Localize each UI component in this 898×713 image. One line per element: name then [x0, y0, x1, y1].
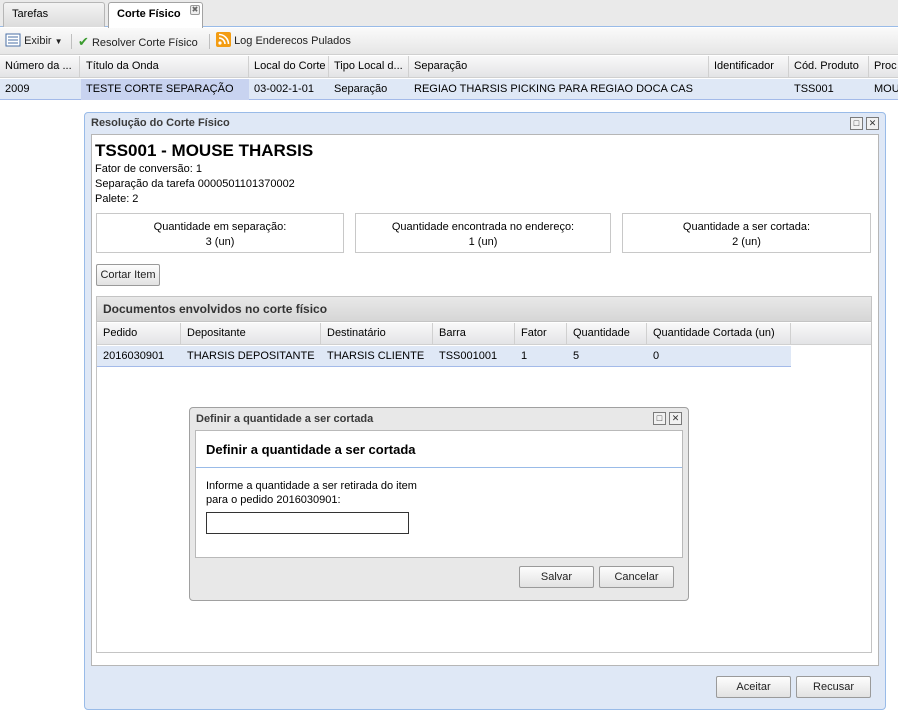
window-title: Resolução do Corte Físico: [91, 117, 230, 129]
column-header[interactable]: Proc: [869, 56, 898, 78]
view-menu-button[interactable]: Exibir ▼: [5, 32, 63, 51]
pallet: Palete: 2: [95, 193, 139, 205]
table-cell[interactable]: THARSIS DEPOSITANTE: [181, 346, 321, 367]
conversion-factor: Fator de conversão: 1: [95, 163, 203, 175]
column-header[interactable]: Cód. Produto: [789, 56, 869, 78]
toolbar-separator: [71, 34, 72, 49]
task-separation: Separação da tarefa 0000501101370002: [95, 178, 295, 190]
close-icon[interactable]: ✕: [866, 117, 879, 130]
column-header[interactable]: Depositante: [181, 323, 321, 345]
table-cell[interactable]: 5: [567, 346, 647, 367]
box-label: Quantidade em separação:: [153, 221, 287, 233]
table-row[interactable]: 2009 TESTE CORTE SEPARAÇÃO 03-002-1-01 S…: [0, 79, 898, 100]
maximize-icon[interactable]: □: [850, 117, 863, 130]
main-grid-header: Número da ... Título da Onda Local do Co…: [0, 56, 898, 78]
column-header[interactable]: Número da ...: [0, 56, 80, 78]
tab-tarefas-principais[interactable]: Tarefas Principais: [3, 2, 105, 43]
table-cell: REGIAO THARSIS PICKING PARA REGIAO DOCA …: [414, 83, 693, 95]
resolve-cut-button[interactable]: ✔ Resolver Corte Físico: [78, 32, 198, 51]
resolve-label: Resolver Corte Físico: [91, 37, 198, 49]
close-icon[interactable]: ✖: [190, 5, 200, 15]
column-header[interactable]: Quantidade: [567, 323, 647, 345]
tab-label: Corte Físico: [117, 8, 181, 20]
qty-separation-box: Quantidade em separação: 3 (un): [96, 213, 344, 253]
column-header[interactable]: Local do Corte: [249, 56, 329, 78]
column-header[interactable]: Destinatário: [321, 323, 433, 345]
product-title: TSS001 - MOUSE THARSIS: [95, 141, 314, 160]
column-header[interactable]: Pedido: [97, 323, 181, 345]
grid-view-icon: [5, 33, 21, 47]
table-cell: [709, 79, 789, 100]
table-cell[interactable]: 2016030901: [97, 346, 181, 367]
qty-found-box: Quantidade encontrada no endereço: 1 (un…: [355, 213, 611, 253]
dialog-title: Definir a quantidade a ser cortada: [196, 413, 374, 425]
table-cell: TSS001: [794, 83, 834, 95]
column-header[interactable]: Título da Onda: [81, 56, 249, 78]
dialog-prompt-line1: Informe a quantidade a ser retirada do i…: [206, 480, 417, 492]
dialog-prompt-line2: para o pedido 2016030901:: [206, 494, 341, 506]
qty-cut-box: Quantidade a ser cortada: 2 (un): [622, 213, 871, 253]
tab-corte-fisico[interactable]: Corte Físico ✖: [108, 2, 203, 28]
accept-button[interactable]: Aceitar: [716, 676, 791, 698]
column-header[interactable]: Quantidade Cortada (un): [647, 323, 791, 345]
dialog-divider: [196, 467, 682, 468]
column-header[interactable]: Separação: [409, 56, 709, 78]
documents-panel-title: Documentos envolvidos no corte físico: [96, 296, 872, 322]
table-cell: Separação: [334, 83, 388, 95]
dialog-header: Definir a quantidade a ser cortada: [206, 442, 416, 457]
view-label: Exibir: [24, 35, 52, 47]
check-icon: ✔: [78, 34, 89, 49]
box-value: 2 (un): [732, 236, 761, 248]
refuse-button[interactable]: Recusar: [796, 676, 871, 698]
cancel-button[interactable]: Cancelar: [599, 566, 674, 588]
table-cell: 2009: [5, 83, 30, 95]
column-header[interactable]: Identificador: [709, 56, 789, 78]
chevron-down-icon: ▼: [54, 37, 63, 46]
toolbar: Exibir ▼ ✔ Resolver Corte Físico Log End…: [0, 28, 898, 55]
box-label: Quantidade a ser cortada:: [682, 221, 811, 233]
table-cell: TESTE CORTE SEPARAÇÃO: [81, 79, 249, 100]
column-header-filler: [791, 323, 871, 345]
table-cell[interactable]: THARSIS CLIENTE: [321, 346, 433, 367]
column-header[interactable]: Fator: [515, 323, 567, 345]
log-button[interactable]: Log Enderecos Pulados: [216, 32, 351, 51]
close-icon[interactable]: ✕: [669, 412, 682, 425]
table-cell: MOU: [874, 83, 898, 95]
table-cell: 03-002-1-01: [254, 83, 314, 95]
box-value: 1 (un): [468, 236, 498, 248]
maximize-icon[interactable]: □: [653, 412, 666, 425]
column-header[interactable]: Barra: [433, 323, 515, 345]
log-label: Log Enderecos Pulados: [234, 35, 351, 47]
box-value: 3 (un): [205, 236, 235, 248]
table-cell[interactable]: 1: [515, 346, 567, 367]
toolbar-separator: [209, 34, 210, 49]
rss-icon: [216, 32, 231, 47]
box-label: Quantidade encontrada no endereço:: [391, 221, 575, 233]
table-cell[interactable]: TSS001001: [433, 346, 515, 367]
cut-item-button[interactable]: Cortar Item: [96, 264, 160, 286]
tab-bar: Tarefas Principais Corte Físico ✖: [0, 0, 898, 43]
column-header[interactable]: Tipo Local d...: [329, 56, 409, 78]
save-button[interactable]: Salvar: [519, 566, 594, 588]
cut-quantity-input[interactable]: [206, 512, 409, 534]
table-cell[interactable]: 0: [647, 346, 791, 367]
